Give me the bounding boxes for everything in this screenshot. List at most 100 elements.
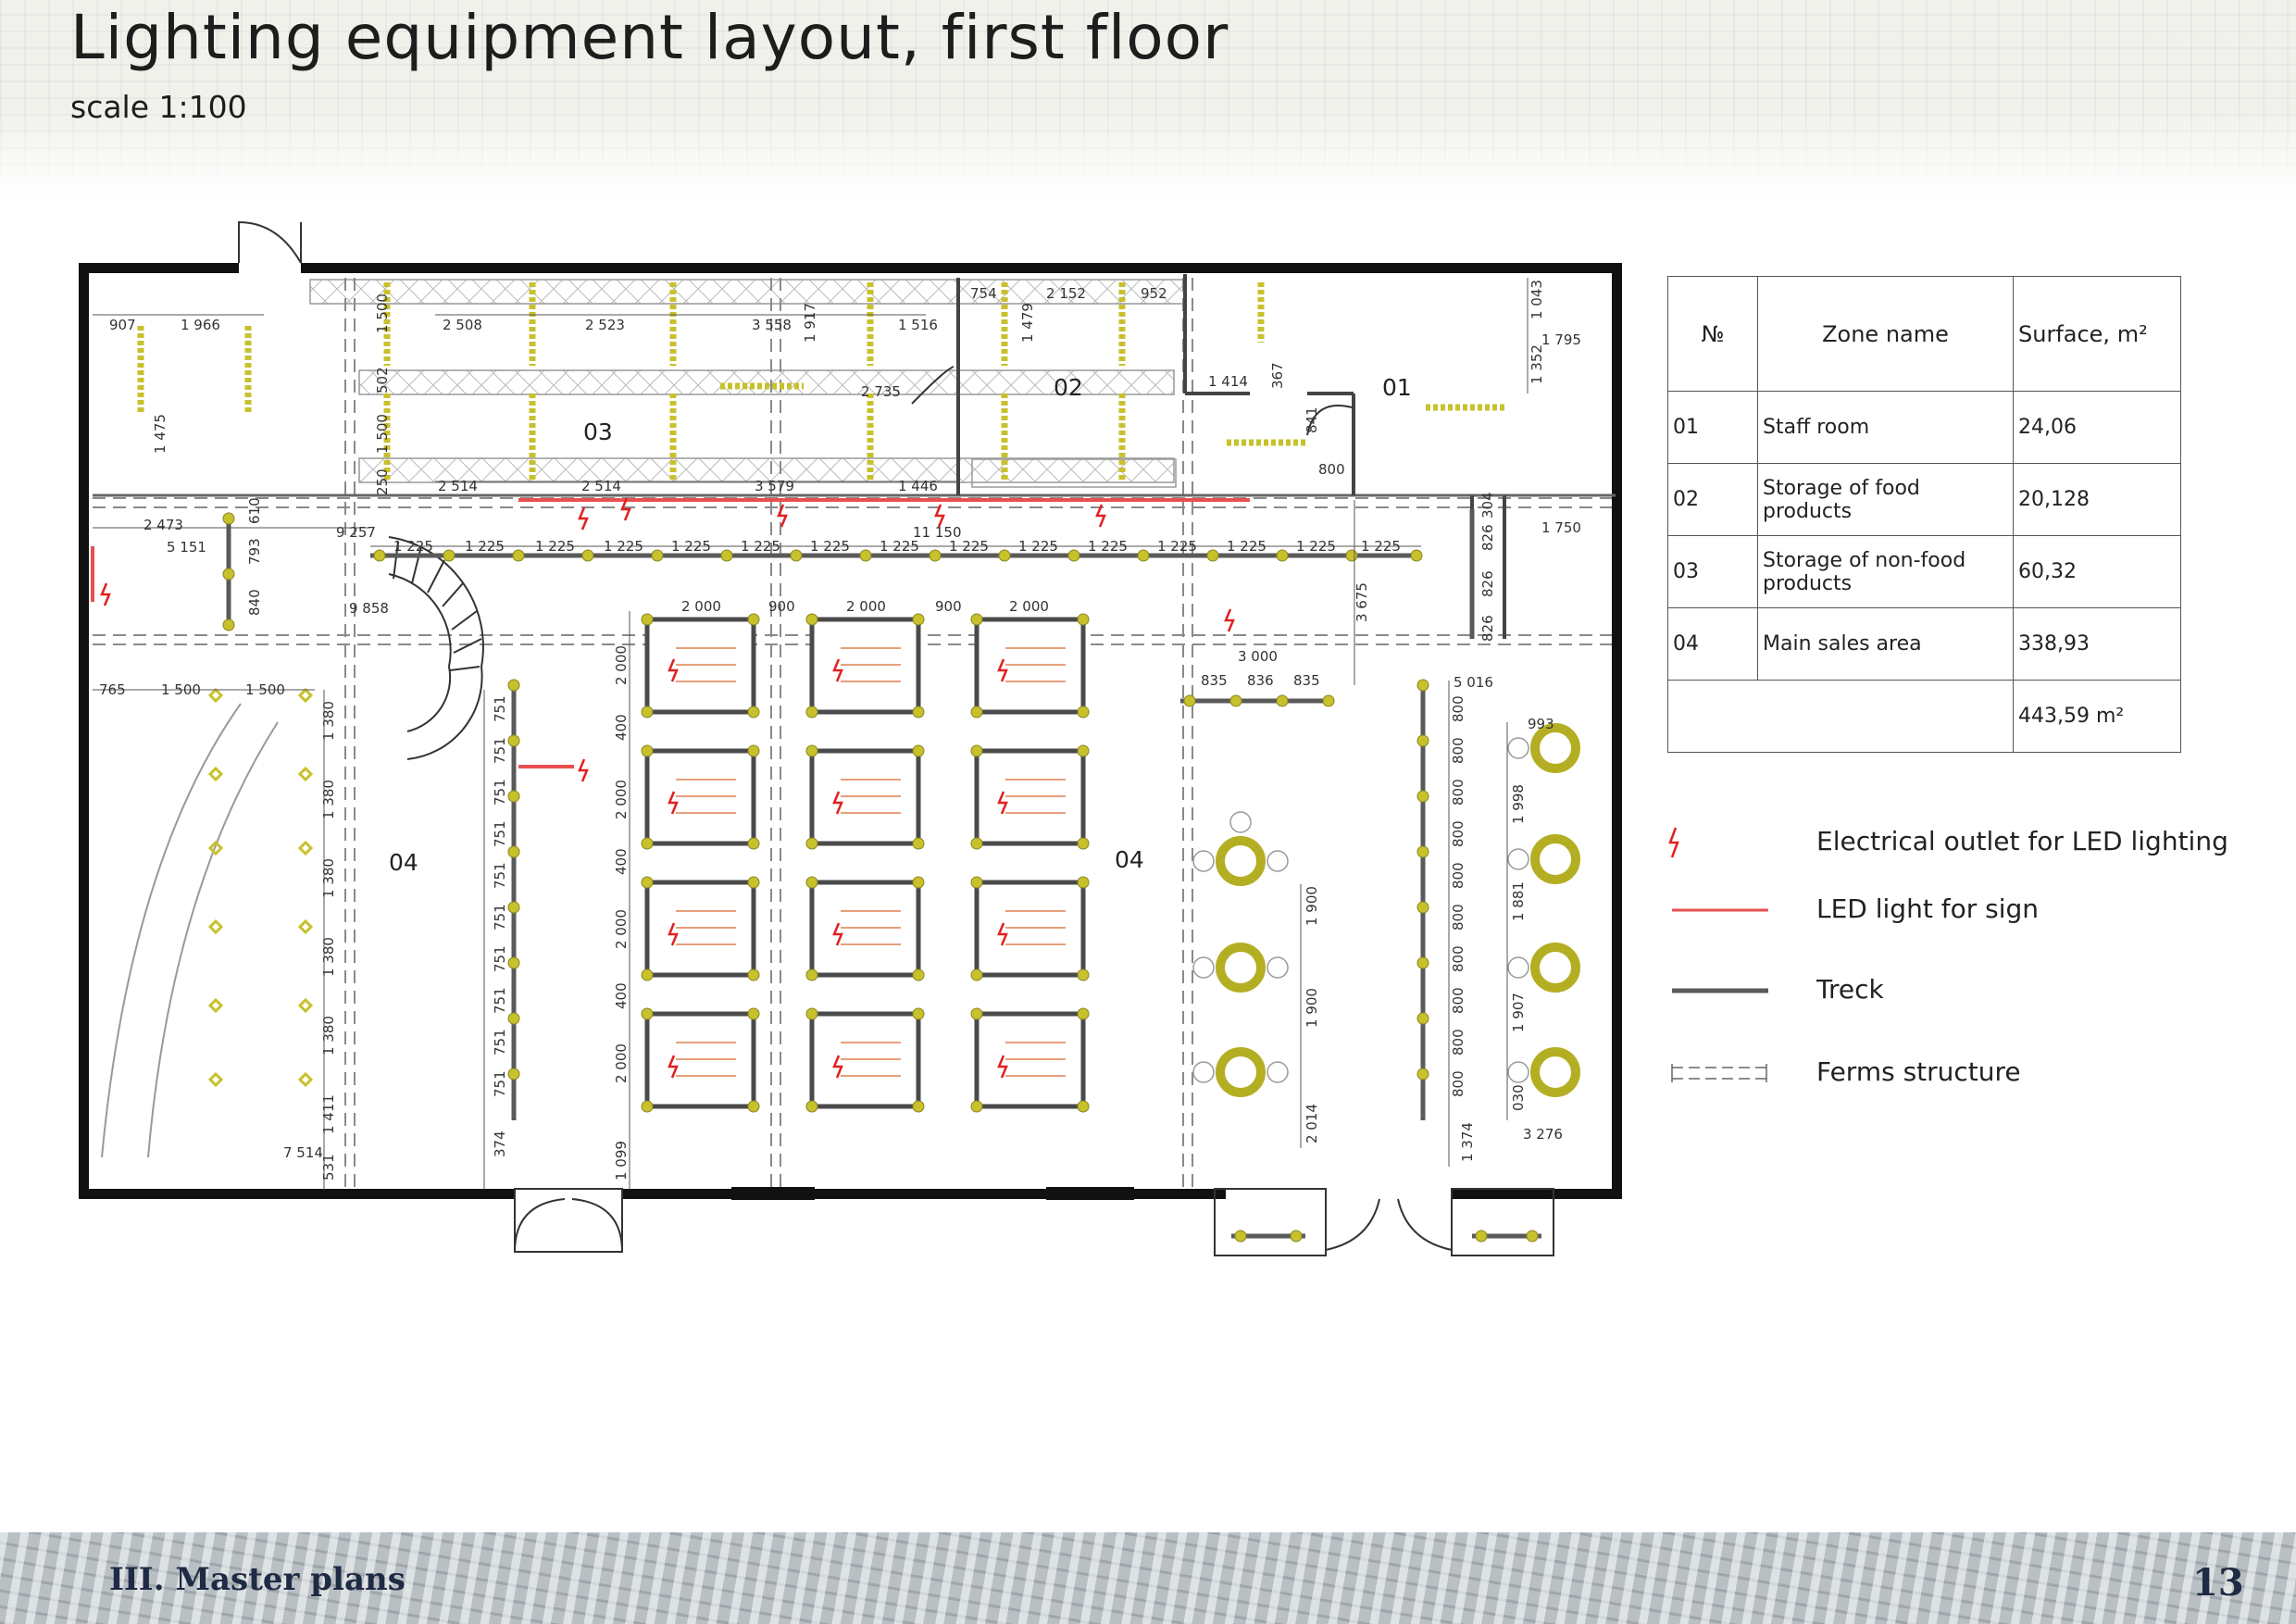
dashed-truss-icon xyxy=(1671,1064,1768,1082)
zone-name: Storage of food products xyxy=(1757,463,2014,536)
zone-label-02: 02 xyxy=(1054,374,1083,401)
header-number: № xyxy=(1667,276,1758,392)
table-row: 03 Storage of non-food products 60,32 xyxy=(1667,535,2181,608)
dim-label: 1 225 xyxy=(810,538,850,555)
dim-label: 1 414 xyxy=(1208,373,1248,390)
dim-label: 1 500 xyxy=(374,294,391,333)
dim-label: 1 225 xyxy=(1227,538,1267,555)
dim-label: 3 558 xyxy=(752,317,792,333)
dim-label: 1 225 xyxy=(535,538,575,555)
dim-label: 900 xyxy=(768,598,795,615)
dim-label: 531 xyxy=(320,1154,337,1181)
legend-item-outlet: Electrical outlet for LED lighting xyxy=(1666,824,2228,861)
dim-label: 2 473 xyxy=(144,517,183,533)
dim-label: 1 411 xyxy=(320,1094,337,1134)
dim-label: 5 016 xyxy=(1454,674,1493,691)
dim-label: 751 xyxy=(492,945,508,972)
dim-label: 835 xyxy=(1293,672,1320,689)
legend-label: Ferms structure xyxy=(1816,1056,2021,1087)
table-total-row: 443,59 m² xyxy=(1667,680,2181,753)
dim-label: 800 xyxy=(1450,779,1466,806)
dim-label: 400 xyxy=(613,714,630,741)
zone-table: № Zone name Surface, m² 01 Staff room 24… xyxy=(1667,276,2181,753)
zone-surface: 24,06 xyxy=(2013,391,2181,464)
dim-label: 800 xyxy=(1450,945,1466,972)
dim-label: 1 917 xyxy=(802,303,818,343)
dim-label: 1 500 xyxy=(374,414,391,454)
dim-label: 1 500 xyxy=(161,681,201,698)
dim-label: 1 352 xyxy=(1529,344,1545,384)
dim-label: 1 225 xyxy=(880,538,919,555)
lightning-outlet-icon xyxy=(1668,827,1679,858)
zone-surface: 20,128 xyxy=(2013,463,2181,536)
dim-label: 2 000 xyxy=(1009,598,1049,615)
dim-label: 2 000 xyxy=(613,909,630,949)
table-row: 04 Main sales area 338,93 xyxy=(1667,607,2181,681)
dim-label: 1 225 xyxy=(671,538,711,555)
legend-label: Electrical outlet for LED lighting xyxy=(1816,826,2228,856)
dim-label: 751 xyxy=(492,779,508,806)
dim-label: 5 151 xyxy=(167,539,206,556)
dim-label: 1 225 xyxy=(1088,538,1128,555)
dim-label: 2 514 xyxy=(438,478,478,494)
dim-label: 841 xyxy=(1304,406,1320,433)
dim-label: 840 xyxy=(246,589,263,616)
gray-line-icon xyxy=(1672,988,1768,993)
dim-label: 3 276 xyxy=(1523,1126,1563,1143)
dim-label: 1 225 xyxy=(393,538,433,555)
dim-label: 800 xyxy=(1450,862,1466,889)
zone-surface: 338,93 xyxy=(2013,607,2181,681)
legend-item-track: Treck xyxy=(1666,972,2222,1009)
dim-label: 2 523 xyxy=(585,317,625,333)
zone-number: 01 xyxy=(1667,391,1758,464)
dim-label: 1 475 xyxy=(152,414,168,454)
dim-label: 751 xyxy=(492,695,508,722)
zone-number: 04 xyxy=(1667,607,1758,681)
dim-label: 502 xyxy=(374,367,391,394)
dim-label: 800 xyxy=(1450,1029,1466,1056)
dim-label: 1 900 xyxy=(1304,886,1320,926)
dim-label: 754 xyxy=(970,285,997,302)
zone-label-04-left: 04 xyxy=(389,849,418,876)
dim-label: 1 380 xyxy=(320,858,337,898)
zone-number: 03 xyxy=(1667,535,1758,608)
dim-label: 1 479 xyxy=(1019,303,1036,343)
dim-label: 952 xyxy=(1141,285,1167,302)
dim-label: 751 xyxy=(492,862,508,889)
dim-label: 1 446 xyxy=(898,478,938,494)
dim-label: 751 xyxy=(492,987,508,1014)
dim-label: 9 858 xyxy=(349,600,389,617)
zone-label-03: 03 xyxy=(583,418,613,445)
dim-label: 1 380 xyxy=(320,937,337,977)
dim-label: 1 225 xyxy=(1018,538,1058,555)
dim-label: 7 514 xyxy=(283,1144,323,1161)
dim-label: 751 xyxy=(492,1029,508,1056)
legend-label: LED light for sign xyxy=(1816,893,2039,924)
dim-label: 1 998 xyxy=(1510,784,1527,824)
dim-label: 1 225 xyxy=(949,538,989,555)
dim-label: 826 xyxy=(1479,615,1496,642)
section-title: III. Master plans xyxy=(109,1561,406,1598)
dim-label: 907 xyxy=(109,317,136,333)
dim-label: 2 000 xyxy=(846,598,886,615)
dim-label: 800 xyxy=(1450,1070,1466,1097)
dim-label: 800 xyxy=(1450,820,1466,847)
header-surface: Surface, m² xyxy=(2013,276,2181,392)
dim-label: 3 675 xyxy=(1354,582,1370,622)
dim-label: 751 xyxy=(492,904,508,931)
dim-label: 2 514 xyxy=(581,478,621,494)
dim-label: 1 099 xyxy=(613,1141,630,1181)
dim-label: 2 508 xyxy=(443,317,482,333)
dim-label: 2 000 xyxy=(613,1043,630,1083)
dim-label: 800 xyxy=(1318,461,1345,478)
dim-label: 993 xyxy=(1528,716,1554,732)
dim-label: 1 225 xyxy=(604,538,643,555)
dim-label: 835 xyxy=(1201,672,1228,689)
header-zone-name: Zone name xyxy=(1757,276,2014,392)
dim-label: 751 xyxy=(492,1070,508,1097)
dim-label: 3 579 xyxy=(755,478,794,494)
zone-surface: 60,32 xyxy=(2013,535,2181,608)
curved-bench xyxy=(101,703,279,1158)
dim-label: 1 966 xyxy=(181,317,220,333)
zone-label-01: 01 xyxy=(1382,374,1412,401)
